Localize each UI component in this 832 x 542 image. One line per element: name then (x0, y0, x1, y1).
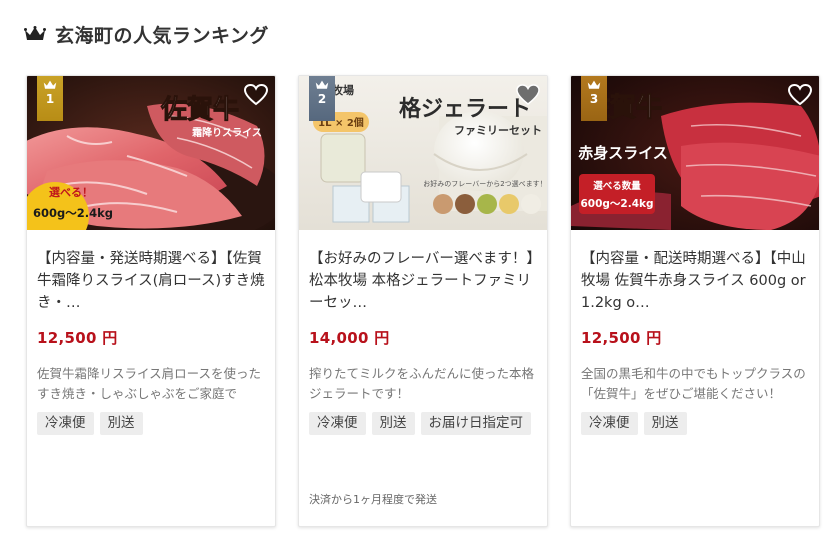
rank-badge: 3 (581, 76, 607, 121)
product-image[interactable]: 佐賀牛 霜降りスライス 選べる！ 600g～2.4kg 1 (27, 76, 275, 230)
image-sub-text: 赤身スライス (578, 144, 668, 162)
item-description: 佐賀牛霜降リスライス肩ロースを使ったすき焼き・しゃぶしゃぶをご家庭で (37, 366, 262, 401)
item-title-link[interactable]: 【内容量・配送時期選べる】【中山牧場 佐賀牛赤身スライス 600g or 1.2… (581, 248, 811, 314)
ranking-card[interactable]: 1L × 2個 牧場 格ジェラート ファミリーセット お好みのフレーバーから2つ… (298, 75, 548, 527)
rank-number: 2 (317, 92, 327, 106)
tag-list: 冷凍便 別送 お届け日指定可 (309, 412, 539, 435)
image-badge-bottom: 600g～2.4kg (33, 206, 113, 220)
image-badge-top: 選べる数量 (593, 180, 641, 192)
section-title: 玄海町の人気ランキング (55, 24, 269, 47)
item-title-link[interactable]: 【内容量・発送時期選べる】【佐賀牛霜降りスライス(肩ロース)すき焼き・… (37, 248, 267, 314)
rank-number: 1 (45, 92, 55, 106)
rank-badge: 2 (309, 76, 335, 121)
image-sub-text: 霜降りスライス (191, 126, 262, 139)
tag-separate: 別送 (643, 412, 687, 435)
ranking-card[interactable]: 佐賀牛 霜降りスライス 選べる！ 600g～2.4kg 1 【内容量・発送時期選… (26, 75, 276, 527)
rank-badge: 1 (37, 76, 63, 121)
product-image[interactable]: 1L × 2個 牧場 格ジェラート ファミリーセット お好みのフレーバーから2つ… (299, 76, 547, 230)
crown-icon (315, 80, 329, 89)
price: 14,000 円 (309, 329, 390, 347)
tag-list: 冷凍便 別送 (581, 412, 811, 435)
image-main-text: 格ジェラート (399, 96, 531, 122)
item-description: 搾りたてミルクをふんだんに使った本格ジェラートです！ (309, 366, 535, 401)
tag-list: 冷凍便 別送 (37, 412, 267, 435)
image-bottom-text: お好みのフレーバーから2つ選べます！ (423, 179, 546, 188)
tag-delivery-date: お届け日指定可 (420, 412, 531, 435)
favorite-heart-icon[interactable] (787, 83, 813, 107)
tag-frozen: 冷凍便 (581, 412, 638, 435)
crown-icon (43, 80, 57, 89)
shipping-note: 決済から1ヶ月程度で発送 (309, 493, 437, 506)
favorite-heart-icon[interactable] (243, 83, 269, 107)
product-image[interactable]: 佐賀牛 赤身スライス 選べる数量 600g～2.4kg 3 (571, 76, 819, 230)
item-description: 全国の黒毛和牛の中でもトップクラスの「佐賀牛」をぜひご堪能ください！ (581, 366, 806, 401)
price: 12,500 円 (581, 329, 662, 347)
favorite-heart-icon[interactable] (515, 83, 541, 107)
tag-separate: 別送 (99, 412, 143, 435)
crown-icon (587, 80, 601, 89)
ranking-card[interactable]: 佐賀牛 赤身スライス 選べる数量 600g～2.4kg 3 【内容量・配送時期選… (570, 75, 820, 527)
image-badge-bottom: 600g～2.4kg (580, 198, 653, 210)
crown-icon (24, 26, 46, 40)
image-sub-text: ファミリーセット (454, 124, 542, 137)
image-top-text: 牧場 (332, 83, 354, 97)
image-main-text: 佐賀牛 (160, 95, 239, 125)
item-title-link[interactable]: 【お好みのフレーバー選べます！】松本牧場 本格ジェラートファミリーセッ… (309, 248, 539, 314)
price: 12,500 円 (37, 329, 118, 347)
image-badge-top: 選べる！ (49, 186, 93, 199)
tag-frozen: 冷凍便 (309, 412, 366, 435)
section-header: 玄海町の人気ランキング (24, 20, 269, 48)
rank-number: 3 (589, 92, 599, 106)
tag-separate: 別送 (371, 412, 415, 435)
tag-frozen: 冷凍便 (37, 412, 94, 435)
